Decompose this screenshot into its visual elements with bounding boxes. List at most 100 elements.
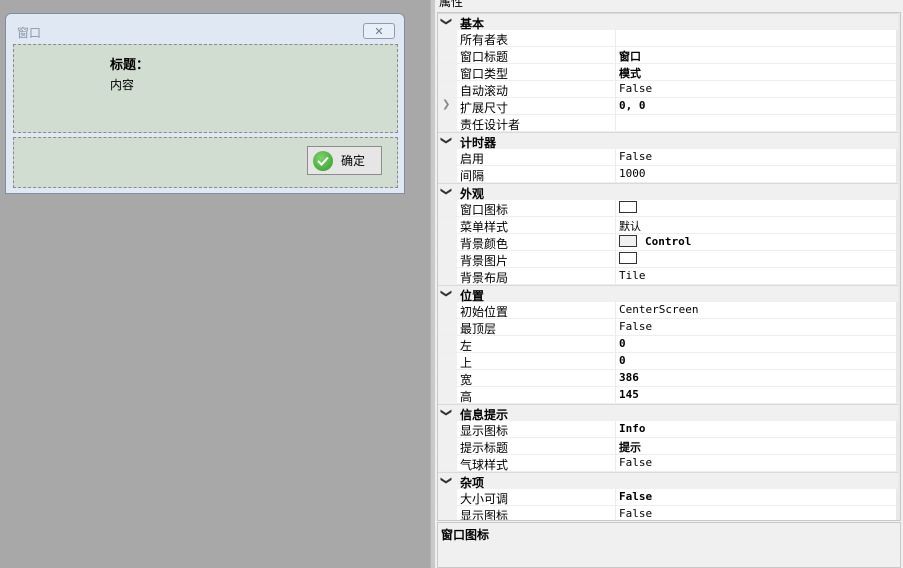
property-value-text: False (619, 82, 653, 95)
property-row[interactable]: 宽 386 (438, 370, 898, 387)
property-name: 间隔 (460, 169, 485, 183)
category-row[interactable]: ❯ 杂项 (438, 472, 898, 490)
close-button[interactable]: ✕ (363, 23, 395, 39)
property-row[interactable]: 大小可调 False (438, 489, 898, 506)
property-value-text: False (619, 490, 653, 503)
property-row[interactable]: 初始位置 CenterScreen (438, 302, 898, 319)
property-row[interactable]: 最顶层 False (438, 319, 898, 336)
property-row[interactable]: 左0 (438, 336, 898, 353)
chevron-down-icon[interactable]: ❯ (440, 136, 453, 145)
property-name: 窗口标题 (460, 50, 509, 64)
property-row[interactable]: 背景图片 (438, 251, 898, 268)
property-value[interactable]: False (619, 320, 652, 333)
chevron-down-icon[interactable]: ❯ (440, 476, 453, 485)
column-divider (615, 149, 616, 165)
row-gutter (438, 319, 457, 335)
property-value[interactable] (619, 252, 645, 265)
column-divider (615, 217, 616, 233)
category-row[interactable]: ❯ 基本 (438, 13, 898, 31)
property-name: 责任设计者 (460, 118, 521, 132)
property-value[interactable] (619, 201, 645, 214)
row-gutter (438, 234, 457, 250)
dialog-title: 窗口 (17, 26, 42, 40)
property-value-text: 386 (619, 371, 639, 384)
property-value-text: False (619, 507, 653, 520)
property-row[interactable]: 窗口类型 模式 (438, 64, 898, 81)
property-value-text: False (619, 150, 653, 163)
row-gutter (438, 489, 457, 505)
property-row[interactable]: 自动滚动 False (438, 81, 898, 98)
message-panel[interactable]: 标题： 内容 (13, 44, 398, 133)
row-gutter (438, 115, 457, 131)
property-name: 背景图片 (460, 254, 509, 268)
property-row[interactable]: 气球样式 False (438, 455, 898, 472)
property-value[interactable]: 1000 (619, 167, 646, 180)
property-value-text: 1000 (619, 167, 646, 180)
property-value[interactable]: 0 (619, 354, 626, 367)
property-value[interactable]: Info (619, 422, 646, 435)
property-value[interactable]: 0, 0 (619, 99, 646, 112)
chevron-right-icon[interactable]: ❯ (442, 99, 450, 110)
chevron-down-icon[interactable]: ❯ (440, 187, 453, 196)
column-divider (615, 336, 616, 352)
property-row[interactable]: 提示标题 提示 (438, 438, 898, 455)
property-row[interactable]: 启用 False (438, 149, 898, 166)
property-value[interactable]: 提示 (619, 439, 641, 455)
property-row[interactable]: 间隔 1000 (438, 166, 898, 183)
row-gutter (438, 217, 457, 233)
property-panel: 属性 ❯ 基本 所有者表 窗口标题 窗口 窗口类型 模式 自动滚动 False ❯ 扩展尺寸 0, 0… (435, 0, 903, 568)
property-row[interactable]: 菜单样式 默认 (438, 217, 898, 234)
column-divider (615, 319, 616, 335)
property-value[interactable]: CenterScreen (619, 303, 698, 316)
property-value[interactable]: 386 (619, 371, 639, 384)
property-row[interactable]: 背景颜色 Control (438, 234, 898, 251)
property-value[interactable]: 145 (619, 388, 639, 401)
property-value-text: 0, 0 (619, 99, 646, 112)
property-value[interactable]: False (619, 507, 652, 520)
category-row[interactable]: ❯ 位置 (438, 285, 898, 303)
property-grid[interactable]: ❯ 基本 所有者表窗口标题 窗口窗口类型 模式 自动滚动 False ❯ 扩展尺寸 0, 0 责任设… (437, 12, 901, 521)
button-panel[interactable]: 确定 (13, 137, 398, 188)
property-value[interactable]: False (619, 150, 652, 163)
property-value[interactable]: 窗口 (619, 48, 641, 64)
property-name: 窗口类型 (460, 67, 509, 81)
row-gutter (438, 30, 457, 46)
property-row[interactable]: 窗口标题 窗口 (438, 47, 898, 64)
property-row[interactable]: 责任设计者 (438, 115, 898, 132)
property-value[interactable]: False (619, 490, 652, 503)
property-row[interactable]: ❯ 扩展尺寸 0, 0 (438, 98, 898, 115)
chevron-down-icon[interactable]: ❯ (440, 289, 453, 298)
property-value[interactable]: 模式 (619, 65, 641, 81)
column-divider (615, 234, 616, 250)
dialog-preview[interactable]: 窗口 ✕ 标题： 内容 确定 (5, 13, 405, 194)
checkmark-icon (313, 150, 333, 171)
property-value[interactable]: False (619, 82, 652, 95)
property-row[interactable]: 高 145 (438, 387, 898, 404)
column-divider (615, 200, 616, 216)
description-pane: 窗口图标 (437, 522, 901, 568)
row-gutter (438, 200, 457, 216)
property-value[interactable]: 0 (619, 337, 626, 350)
column-divider (615, 489, 616, 505)
property-row[interactable]: 上0 (438, 353, 898, 370)
property-value[interactable]: Control (619, 235, 691, 248)
category-row[interactable]: ❯ 信息提示 (438, 404, 898, 422)
property-value-text: 0 (619, 337, 626, 350)
color-swatch (619, 235, 637, 247)
row-gutter (438, 64, 457, 80)
property-value[interactable]: 默认 (619, 218, 641, 234)
chevron-down-icon[interactable]: ❯ (440, 17, 453, 26)
property-value[interactable]: False (619, 456, 652, 469)
designer-surface[interactable]: 窗口 ✕ 标题： 内容 确定 (0, 0, 430, 568)
column-divider (615, 64, 616, 80)
property-value[interactable]: Tile (619, 269, 646, 282)
chevron-down-icon[interactable]: ❯ (440, 408, 453, 417)
property-row[interactable]: 显示图标 False (438, 506, 898, 520)
property-row[interactable]: 所有者表 (438, 30, 898, 47)
category-row[interactable]: ❯ 外观 (438, 183, 898, 201)
property-row[interactable]: 窗口图标 (438, 200, 898, 217)
category-row[interactable]: ❯ 计时器 (438, 132, 898, 150)
property-row[interactable]: 背景布局 Tile (438, 268, 898, 285)
ok-button[interactable]: 确定 (307, 146, 382, 175)
property-row[interactable]: 显示图标 Info (438, 421, 898, 438)
